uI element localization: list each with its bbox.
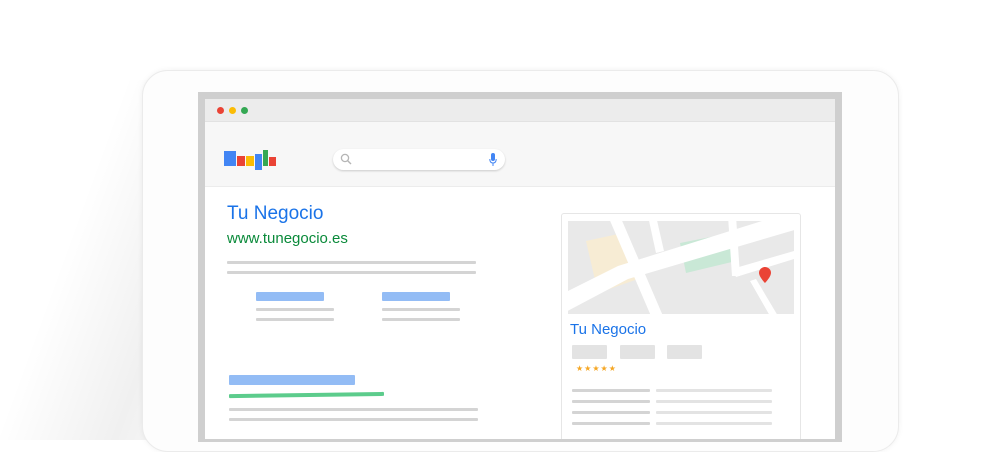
- panel-action-button[interactable]: [620, 345, 655, 359]
- result-snippet-line: [227, 261, 476, 264]
- sitelink-line: [382, 308, 460, 311]
- sitelink-line: [256, 318, 334, 321]
- maximize-window-button[interactable]: [241, 107, 248, 114]
- logo-block: [255, 154, 262, 170]
- close-window-button[interactable]: [217, 107, 224, 114]
- second-result-url: [228, 391, 385, 399]
- panel-info-value: [656, 389, 772, 392]
- panel-info-label: [572, 422, 650, 425]
- panel-action-button[interactable]: [572, 345, 607, 359]
- knowledge-panel: Tu Negocio ★★★★★: [561, 213, 801, 439]
- search-header: [205, 122, 835, 187]
- panel-action-button[interactable]: [667, 345, 702, 359]
- map-pin-icon[interactable]: [759, 267, 771, 283]
- map-thumbnail[interactable]: [568, 221, 794, 314]
- mic-icon[interactable]: [489, 153, 497, 166]
- panel-info-value: [656, 422, 772, 425]
- logo-block: [246, 156, 254, 166]
- logo-block: [237, 156, 245, 166]
- second-result-snippet-line: [229, 418, 478, 421]
- second-result-title[interactable]: [229, 375, 355, 385]
- sitelink-title[interactable]: [256, 292, 324, 301]
- second-result-snippet-line: [229, 408, 478, 411]
- logo-block: [263, 150, 268, 166]
- panel-info-label: [572, 411, 650, 414]
- rating-stars: ★★★★★: [576, 364, 617, 373]
- result-snippet-line: [227, 271, 476, 274]
- minimize-window-button[interactable]: [229, 107, 236, 114]
- sitelink-line: [382, 318, 460, 321]
- panel-info-label: [572, 389, 650, 392]
- logo-block: [269, 157, 276, 166]
- search-input[interactable]: [333, 149, 505, 170]
- result-title-link[interactable]: Tu Negocio: [227, 203, 323, 225]
- panel-business-name[interactable]: Tu Negocio: [570, 321, 646, 338]
- logo-block: [224, 151, 236, 166]
- browser-window: Tu Negocio www.tunegocio.es Tu Negocio ★…: [205, 99, 835, 439]
- sitelink-title[interactable]: [382, 292, 450, 301]
- sitelink-line: [256, 308, 334, 311]
- result-url: www.tunegocio.es: [227, 230, 348, 247]
- panel-info-label: [572, 400, 650, 403]
- search-icon: [340, 153, 352, 165]
- panel-info-value: [656, 411, 772, 414]
- panel-info-value: [656, 400, 772, 403]
- browser-titlebar: [205, 99, 835, 122]
